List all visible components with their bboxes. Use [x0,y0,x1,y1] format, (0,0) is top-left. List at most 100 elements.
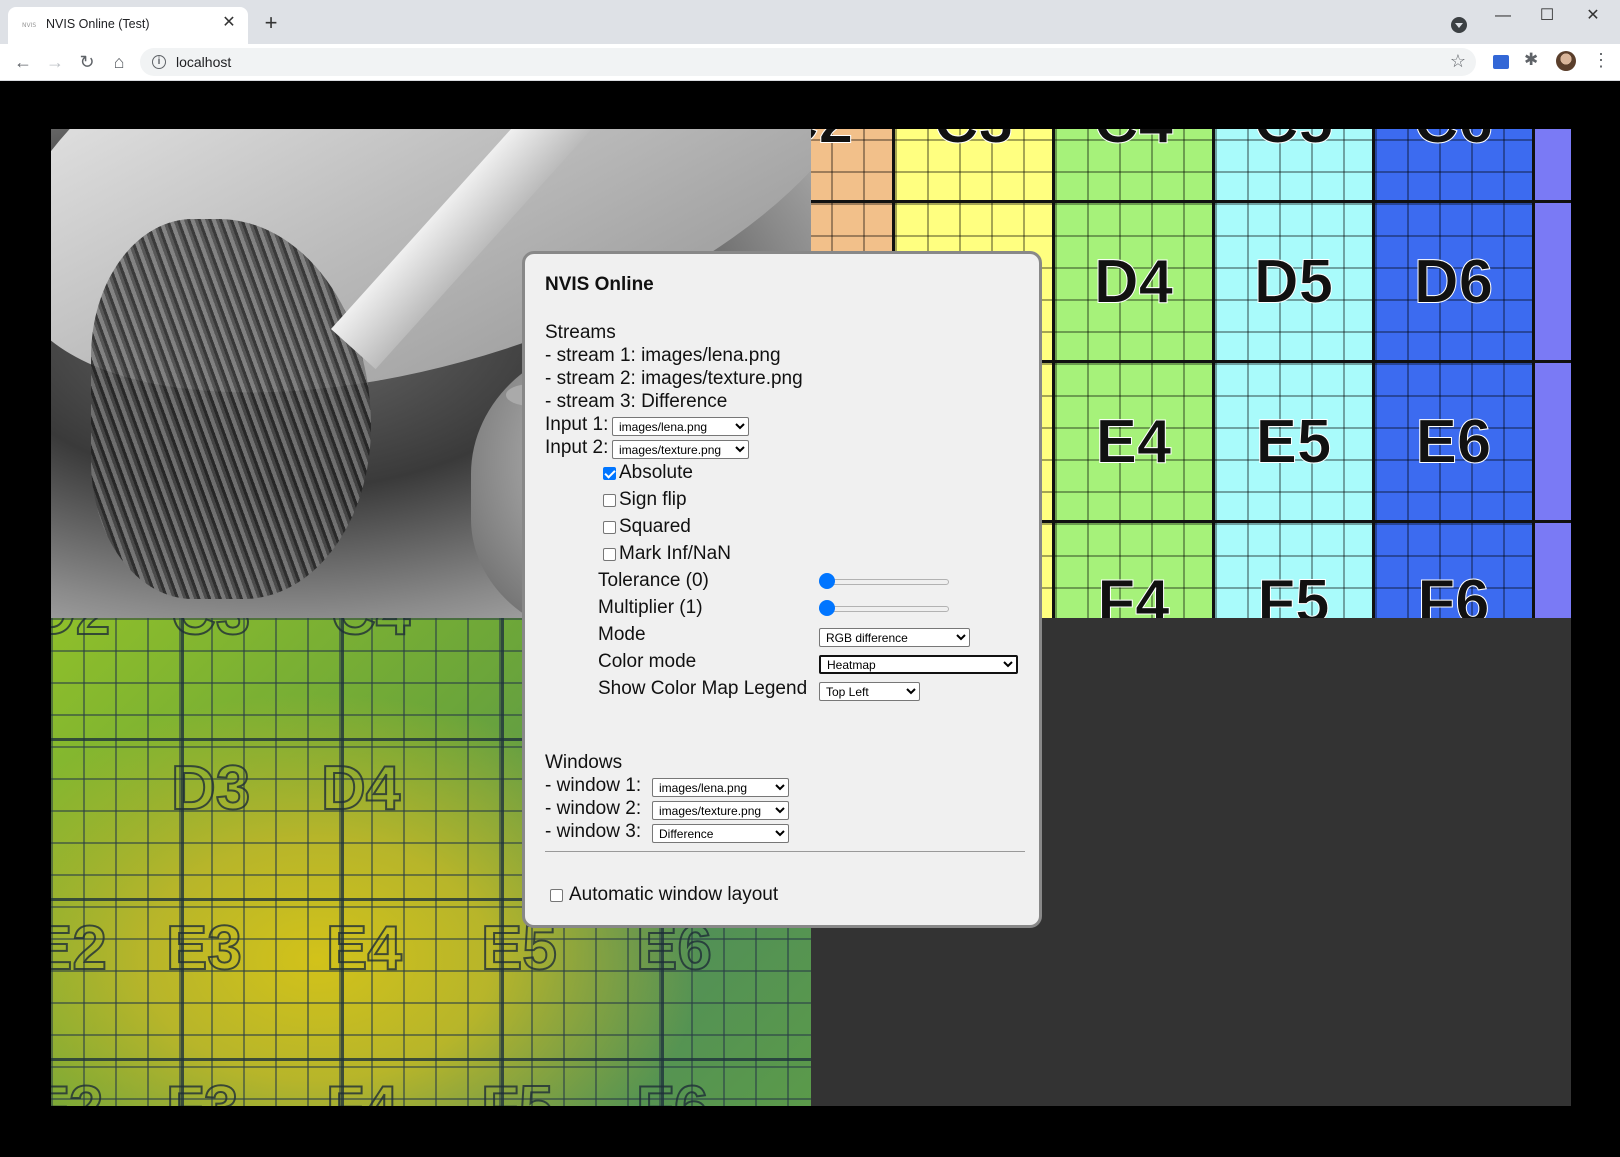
texture-cell: C2 [811,129,895,203]
mark-inf-nan-checkbox[interactable] [603,548,616,561]
texture-cell-label: C4 [1055,129,1212,157]
multiplier-slider[interactable] [819,600,949,616]
texture-cell-label: F5 [1257,567,1330,619]
minimize-button[interactable]: — [1488,6,1518,26]
reload-button[interactable]: ↻ [76,52,98,72]
heatmap-grid-label: F3 [165,1073,239,1106]
nvis-control-panel: NVIS Online Streams - stream 1: images/l… [522,251,1042,928]
close-tab-icon[interactable]: ✕ [220,14,238,32]
color-mode-label: Color mode [598,651,697,672]
heatmap-grid-label: F5 [480,1073,554,1106]
windows-heading: Windows [545,752,623,773]
legend-position-select[interactable]: Top Left [819,682,920,701]
texture-cell-label: E5 [1255,407,1332,477]
texture-cell: F6 [1375,523,1535,618]
back-button[interactable]: ← [12,52,34,72]
url-text[interactable]: localhost [176,54,231,70]
color-mode-select[interactable]: Heatmap [819,655,1018,674]
texture-cell-label: C3 [895,129,1052,157]
heatmap-grid-label: F2 [51,1073,104,1106]
home-button[interactable]: ⌂ [108,52,130,72]
panel-divider [545,851,1025,852]
multiplier-slider-thumb[interactable] [819,600,835,616]
tab-strip: NVIS NVIS Online (Test) ✕ + — ☐ ✕ [0,0,1620,44]
heatmap-grid-label: F4 [325,1073,399,1106]
stream-item: - stream 3: Difference [545,391,728,412]
texture-cell-label: F4 [1097,567,1170,619]
texture-cell: D5 [1215,203,1375,363]
texture-cell-label: E6 [1415,407,1492,477]
new-tab-button[interactable]: + [260,12,282,35]
maximize-button[interactable]: ☐ [1532,6,1562,26]
stream-item: - stream 1: images/lena.png [545,345,781,366]
window-1-label: - window 1: [545,775,642,796]
window-1-select[interactable]: images/lena.png [652,778,789,797]
extensions-puzzle-icon[interactable]: ✱ [1524,50,1538,70]
texture-cell-edge [1535,203,1571,363]
texture-cell-label: E4 [1095,407,1172,477]
texture-cell: F4 [1055,523,1215,618]
forward-button[interactable]: → [44,52,66,72]
streams-heading: Streams [545,322,616,343]
heatmap-grid-label: E2 [51,913,108,984]
heatmap-grid-label: C3 [170,618,251,649]
info-icon[interactable]: i [152,55,166,69]
squared-checkbox[interactable] [603,521,616,534]
mode-label: Mode [598,624,646,645]
texture-cell-edge [1535,363,1571,523]
close-window-button[interactable]: ✕ [1578,6,1608,26]
input-1-select[interactable]: images/lena.png [612,417,749,436]
browser-toolbar: ← → ↻ ⌂ i localhost ☆ [0,44,1620,81]
texture-cell-edge [1535,129,1571,203]
heatmap-grid-label: F6 [635,1073,709,1106]
texture-cell-label: C6 [1375,129,1532,157]
multiplier-label: Multiplier (1) [598,597,703,618]
heatmap-grid-label: D4 [320,753,401,824]
window-3-select[interactable]: Difference [652,824,789,843]
tab-title: NVIS Online (Test) [46,17,150,31]
mode-select[interactable]: RGB difference [819,628,970,647]
input-2-select[interactable]: images/texture.png [612,440,749,459]
heatmap-grid-label: E4 [325,913,403,984]
heatmap-grid-label: C4 [330,618,411,649]
tolerance-slider[interactable] [819,573,949,589]
favicon-icon: NVIS [22,22,37,29]
texture-cell-edge [1535,523,1571,618]
input-1-label: Input 1: [545,414,609,435]
heatmap-grid-label: D3 [170,753,251,824]
sign-flip-label: Sign flip [619,489,687,510]
texture-cell: F5 [1215,523,1375,618]
texture-cell-label: D4 [1093,247,1174,317]
texture-cell: C6 [1375,129,1535,203]
panel-title: NVIS Online [545,274,654,295]
mark-inf-nan-label: Mark Inf/NaN [619,543,731,564]
texture-cell: D6 [1375,203,1535,363]
absolute-checkbox[interactable] [603,467,616,480]
texture-cell: D4 [1055,203,1215,363]
bookmark-star-icon[interactable]: ☆ [1450,51,1466,72]
browser-tab[interactable]: NVIS NVIS Online (Test) ✕ [8,7,248,44]
texture-cell: E5 [1215,363,1375,523]
stream-item: - stream 2: images/texture.png [545,368,803,389]
address-bar[interactable]: i localhost ☆ [140,48,1476,76]
window-2-label: - window 2: [545,798,642,819]
browser-menu-icon[interactable]: ⋮ [1592,50,1610,71]
heatmap-grid-label: D2 [51,618,111,649]
sign-flip-checkbox[interactable] [603,494,616,507]
heatmap-grid-label: E3 [165,913,243,984]
texture-cell: C4 [1055,129,1215,203]
extension-icon[interactable] [1493,55,1509,69]
tab-search-icon[interactable] [1451,17,1467,33]
texture-cell: E4 [1055,363,1215,523]
tolerance-slider-thumb[interactable] [819,573,835,589]
auto-layout-label: Automatic window layout [569,884,779,905]
texture-cell-label: F6 [1417,567,1490,619]
texture-cell-label: C2 [811,129,892,157]
window-2-select[interactable]: images/texture.png [652,801,789,820]
texture-cell-label: C5 [1215,129,1372,157]
profile-avatar[interactable] [1556,51,1576,71]
legend-label: Show Color Map Legend [598,678,808,699]
auto-layout-checkbox[interactable] [550,889,563,902]
texture-cell-label: D6 [1413,247,1494,317]
input-2-label: Input 2: [545,437,609,458]
